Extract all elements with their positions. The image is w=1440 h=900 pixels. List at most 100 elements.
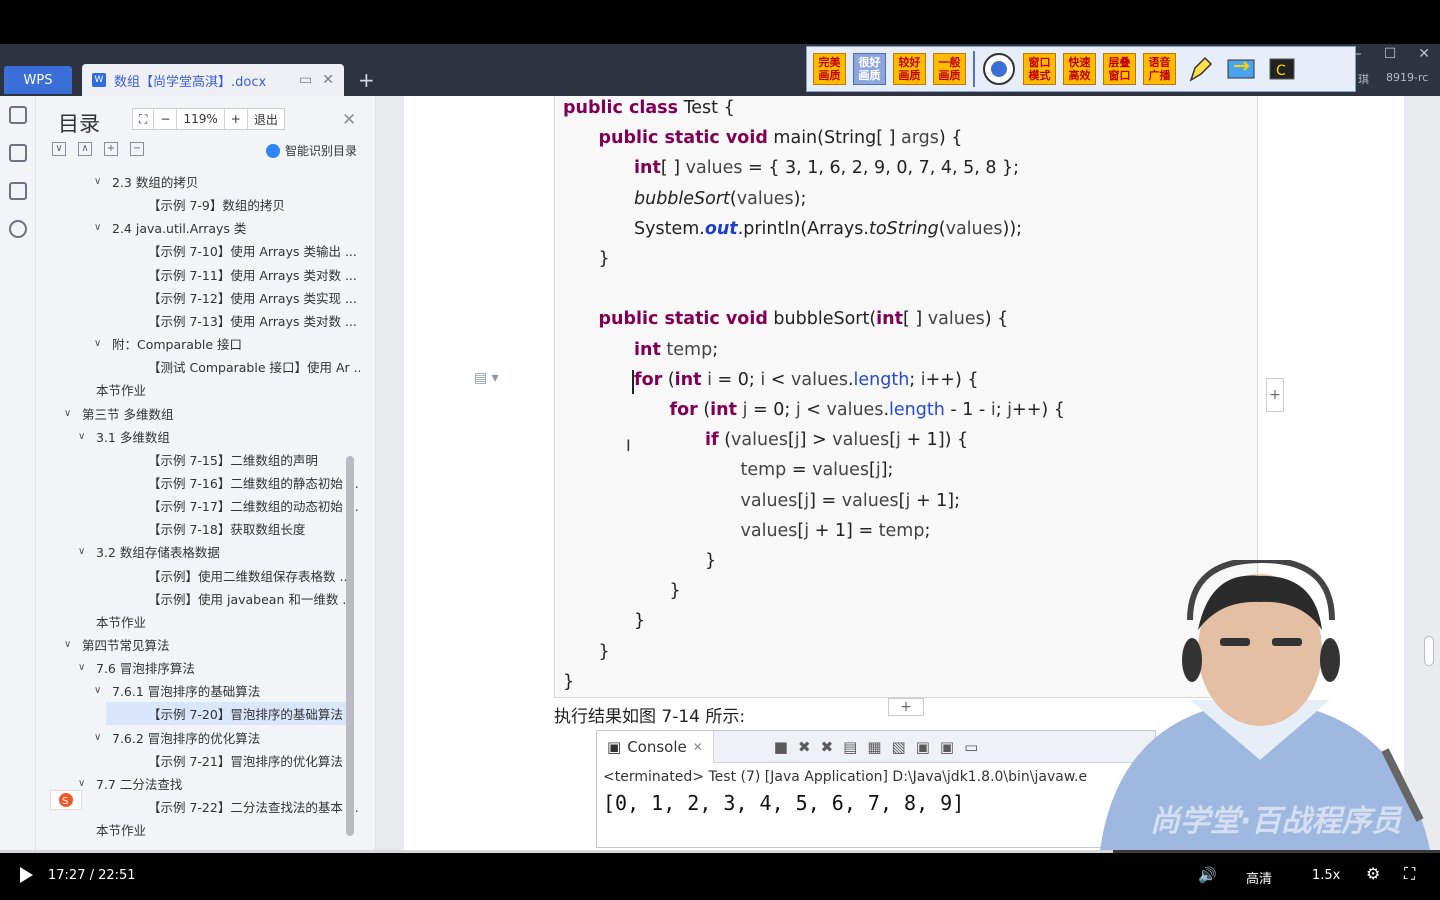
- remove-heading-icon[interactable]: −: [130, 142, 144, 156]
- speed-selector[interactable]: 1.5x: [1312, 868, 1340, 883]
- toc-close-icon[interactable]: ✕: [342, 110, 356, 130]
- voice-broadcast-button[interactable]: 语音广播: [1143, 53, 1176, 85]
- toc-item[interactable]: 本节作业: [36, 378, 146, 401]
- chevron-down-icon[interactable]: ∨: [94, 732, 108, 743]
- exit-button[interactable]: 退出: [248, 109, 284, 129]
- chevron-down-icon[interactable]: ∨: [94, 685, 108, 696]
- quality-fair-button[interactable]: 较好画质: [893, 53, 926, 85]
- toc-item[interactable]: 【示例 7-10】使用 Arrays 类输出 ...: [36, 239, 357, 262]
- fullscreen-icon[interactable]: ⛶: [1404, 864, 1415, 884]
- stop-icon: ■: [773, 737, 788, 756]
- chevron-down-icon[interactable]: ∨: [78, 778, 92, 789]
- toc-item[interactable]: 【示例】使用 javabean 和一维数 ...: [36, 587, 354, 610]
- remove-launch-icon: ✖: [797, 737, 811, 756]
- toc-item[interactable]: 【示例 7-13】使用 Arrays 类对数 ...: [36, 309, 357, 332]
- add-column-button[interactable]: +: [1266, 378, 1284, 412]
- recording-icon[interactable]: C: [1265, 52, 1299, 86]
- toc-item[interactable]: 【测试 Comparable 接口】使用 Ar ...: [36, 355, 360, 378]
- toc-scrollbar[interactable]: [346, 456, 354, 836]
- window-mode-button[interactable]: 窗口模式: [1023, 53, 1056, 85]
- toc-item[interactable]: 【示例 7-22】二分法查找法的基本 ...: [36, 795, 359, 818]
- tab-preview-icon[interactable]: ▭: [299, 72, 312, 88]
- pen-icon[interactable]: [1183, 52, 1217, 86]
- toc-item[interactable]: 本节作业: [36, 818, 146, 840]
- volume-icon[interactable]: 🔊: [1198, 866, 1217, 884]
- quality-normal-button[interactable]: 一般画质: [933, 53, 966, 85]
- toc-item-label: 本节作业: [96, 383, 147, 399]
- smart-toc-button[interactable]: 智能识别目录: [266, 142, 357, 159]
- toc-item[interactable]: 【示例 7-9】数组的拷贝: [36, 193, 285, 216]
- toc-item[interactable]: 本节作业: [36, 610, 146, 633]
- version-label: 8919-rc: [1386, 71, 1429, 84]
- zoom-out-button[interactable]: −: [154, 109, 178, 129]
- toc-item[interactable]: ∨ 第三节 多维数组: [36, 402, 173, 425]
- page-icon[interactable]: [9, 144, 27, 162]
- code-line: if (values[j] > values[j + 1]) {: [705, 430, 969, 451]
- settings-gear-icon[interactable]: ⚙: [1366, 864, 1380, 883]
- document-tab-name: 数组【尚学堂高淇】.docx: [114, 74, 267, 90]
- chevron-down-icon[interactable]: ∨: [94, 176, 108, 187]
- code-line: public static void bubbleSort(int[ ] val…: [598, 309, 1009, 330]
- toc-item[interactable]: 【示例】使用二维数组保存表格数 ...: [36, 564, 351, 587]
- wps-home-tab[interactable]: WPS: [4, 66, 72, 94]
- code-line: public static void main(String[ ] args) …: [598, 128, 963, 149]
- add-row-button[interactable]: +: [888, 698, 924, 716]
- toc-item[interactable]: ∨ 7.6.2 冒泡排序的优化算法: [36, 726, 260, 749]
- chevron-down-icon[interactable]: ∨: [64, 408, 78, 419]
- toc-item[interactable]: ∨ 2.3 数组的拷贝: [36, 170, 198, 193]
- toc-item[interactable]: ∨ 7.6 冒泡排序算法: [36, 656, 195, 679]
- input-method-icon[interactable]: S: [50, 790, 82, 810]
- result-caption: 执行结果如图 7-14 所示:: [554, 707, 746, 727]
- chevron-down-icon[interactable]: ∨: [78, 431, 92, 442]
- expand-all-icon[interactable]: ∨: [52, 142, 66, 156]
- paragraph-menu-icon[interactable]: ▤ ▾: [474, 370, 499, 386]
- quality-perfect-button[interactable]: 完美画质: [813, 53, 846, 85]
- add-heading-icon[interactable]: +: [104, 142, 118, 156]
- collapse-all-icon[interactable]: ∧: [78, 142, 92, 156]
- toc-item[interactable]: 【示例 7-20】冒泡排序的基础算法: [106, 702, 346, 726]
- toc-item[interactable]: ∨ 3.2 数组存储表格数据: [36, 540, 220, 563]
- chevron-down-icon[interactable]: ∨: [94, 222, 108, 233]
- document-tab[interactable]: W 数组【尚学堂高淇】.docx ▭ ✕: [82, 64, 344, 96]
- screen-capture-icon[interactable]: [982, 52, 1016, 86]
- toc-icon[interactable]: [9, 106, 27, 124]
- zoom-in-button[interactable]: +: [225, 109, 248, 129]
- close-window-icon[interactable]: ✕: [1418, 46, 1430, 62]
- toc-item[interactable]: 【示例 7-16】二维数组的静态初始 ...: [36, 471, 359, 494]
- code-line: int[ ] values = { 3, 1, 6, 2, 9, 0, 7, 4…: [634, 158, 1020, 179]
- screen: WPS W 数组【尚学堂高淇】.docx ▭ ✕ + — ☐ ✕ 琪 8919-…: [0, 0, 1440, 900]
- new-tab-button[interactable]: +: [358, 68, 375, 92]
- toc-item[interactable]: 【示例 7-15】二维数组的声明: [36, 448, 318, 471]
- toc-item[interactable]: 【示例 7-17】二维数组的动态初始 ...: [36, 494, 359, 517]
- quality-selector[interactable]: 高清: [1246, 868, 1272, 887]
- fit-icon[interactable]: ⛶: [133, 109, 155, 129]
- tab-close-icon[interactable]: ✕: [322, 72, 334, 88]
- progress-bar[interactable]: [0, 850, 1440, 853]
- toc-item[interactable]: ∨ 3.1 多维数组: [36, 425, 170, 448]
- play-icon[interactable]: [20, 867, 33, 883]
- toc-item-label: 【示例 7-9】数组的拷贝: [148, 198, 285, 214]
- toc-item-label: 本节作业: [96, 823, 147, 839]
- toc-item[interactable]: ∨ 7.6.1 冒泡排序的基础算法: [36, 679, 260, 702]
- cascade-window-button[interactable]: 层叠窗口: [1103, 53, 1136, 85]
- chevron-down-icon[interactable]: ∨: [78, 546, 92, 557]
- fast-mode-button[interactable]: 快速高效: [1063, 53, 1096, 85]
- toc-item[interactable]: ∨ 2.4 java.util.Arrays 类: [36, 216, 246, 239]
- toc-item[interactable]: ∨ 第四节常见算法: [36, 633, 170, 656]
- bookmark-icon[interactable]: [9, 182, 27, 200]
- code-line: values[j] = values[j + 1];: [740, 490, 961, 511]
- chevron-down-icon[interactable]: ∨: [64, 639, 78, 650]
- toc-item[interactable]: 【示例 7-11】使用 Arrays 类对数 ...: [36, 263, 357, 286]
- console-toolbar: ■ ✖ ✖ ▤ ▦ ▧ ▣ ▣ ▭: [774, 738, 978, 756]
- toc-item[interactable]: 【示例 7-18】获取数组长度: [36, 517, 305, 540]
- quality-good-button[interactable]: 很好画质: [853, 53, 886, 85]
- toc-item[interactable]: 【示例 7-21】冒泡排序的优化算法: [36, 749, 343, 772]
- toc-item[interactable]: ∨ 附：Comparable 接口: [36, 332, 242, 355]
- maximize-icon[interactable]: ☐: [1384, 46, 1397, 62]
- search-icon[interactable]: [9, 220, 27, 238]
- console-icon: ▣: [607, 737, 622, 756]
- chevron-down-icon[interactable]: ∨: [78, 662, 92, 673]
- chevron-down-icon[interactable]: ∨: [94, 338, 108, 349]
- toc-item[interactable]: 【示例 7-12】使用 Arrays 类实现 ...: [36, 286, 357, 309]
- swap-screen-icon[interactable]: [1224, 52, 1258, 86]
